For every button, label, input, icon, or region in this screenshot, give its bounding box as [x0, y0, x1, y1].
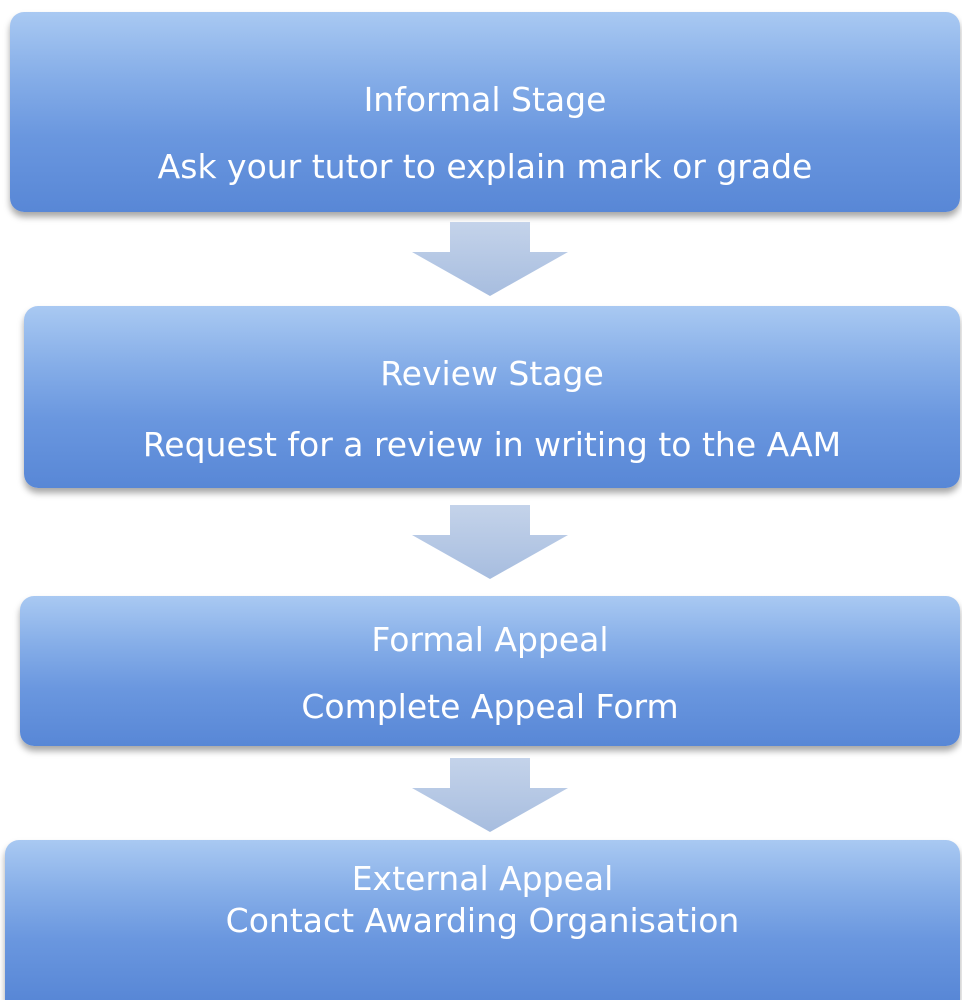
down-arrow-icon: [412, 758, 568, 832]
step-description: Contact Awarding Organisation: [225, 901, 740, 940]
step-description: Ask your tutor to explain mark or grade: [157, 147, 813, 186]
step-review-stage: Review Stage Request for a review in wri…: [24, 306, 960, 488]
step-formal-appeal: Formal Appeal Complete Appeal Form: [20, 596, 960, 746]
step-title: External Appeal: [351, 859, 614, 898]
down-arrow-icon: [412, 505, 568, 579]
step-external-appeal: External Appeal Contact Awarding Organis…: [5, 840, 960, 1000]
step-title: Informal Stage: [363, 80, 607, 119]
step-title: Review Stage: [380, 354, 604, 393]
down-arrow-icon: [412, 222, 568, 296]
step-informal-stage: Informal Stage Ask your tutor to explain…: [10, 12, 960, 212]
step-title: Formal Appeal: [371, 620, 609, 659]
step-description: Complete Appeal Form: [301, 687, 679, 726]
step-description: Request for a review in writing to the A…: [142, 425, 842, 464]
